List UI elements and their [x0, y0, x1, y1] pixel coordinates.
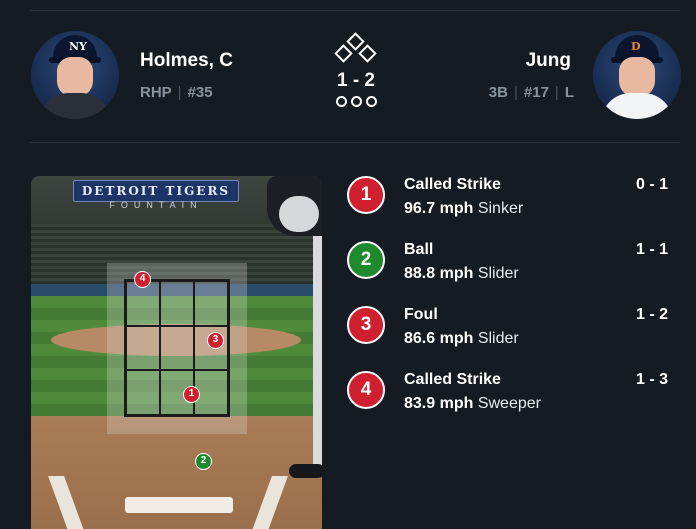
jersey-shape: [39, 93, 111, 119]
outs-indicator: [330, 96, 382, 107]
pitch-speed: 96.7 mph: [404, 200, 474, 217]
stadium-sign-sub: FOUNTAIN: [109, 200, 203, 210]
meta-separator: |: [177, 84, 182, 101]
pitch-number-badge: 1: [347, 176, 385, 214]
face-shape: [619, 57, 655, 97]
pitch-detail: 96.7 mph Sinker: [404, 200, 523, 218]
bases-diamond-icon: [330, 32, 382, 66]
zone-cell: [160, 325, 194, 371]
pitch-row[interactable]: 2 Ball 88.8 mph Slider 1 - 1: [346, 237, 670, 302]
batter-arm: [279, 196, 319, 232]
pitch-detail: 83.9 mph Sweeper: [404, 395, 541, 413]
pitch-count: 1 - 2: [635, 306, 668, 323]
tigers-logo-icon: D: [631, 40, 641, 53]
stadium-sign: DETROIT TIGERS: [73, 180, 239, 202]
face-shape: [57, 57, 93, 97]
first-base-icon: [358, 44, 377, 63]
pitch-row[interactable]: 3 Foul 86.6 mph Slider 1 - 2: [346, 302, 670, 367]
ball-strike-count: 1 - 2: [336, 70, 376, 91]
pitch-number-badge: 3: [347, 306, 385, 344]
pitch-result: Called Strike: [404, 371, 501, 388]
pitch-type: Sinker: [477, 200, 524, 217]
pitcher-throws: RHP: [140, 84, 172, 101]
pitch-speed: 88.8 mph: [404, 265, 474, 282]
pitcher-headshot[interactable]: NY: [31, 31, 119, 119]
section-divider: [30, 142, 680, 143]
pitch-type: Slider: [477, 265, 519, 282]
pitch-count: 0 - 1: [635, 176, 668, 193]
out-circle-icon: [335, 96, 347, 107]
batter-bats: L: [564, 84, 574, 101]
zone-cell: [126, 370, 160, 415]
pitch-row[interactable]: 1 Called Strike 96.7 mph Sinker 0 - 1: [346, 172, 670, 237]
meta-separator: |: [554, 84, 559, 101]
batter-name[interactable]: Jung: [526, 50, 571, 72]
pitch-detail: 88.8 mph Slider: [404, 265, 519, 283]
pitch-marker-1[interactable]: 1: [183, 386, 200, 403]
pitch-result: Foul: [404, 306, 438, 323]
pitch-number-badge: 2: [347, 241, 385, 279]
pitch-sequence-list: 1 Called Strike 96.7 mph Sinker 0 - 1 2 …: [346, 172, 670, 432]
pitch-marker-3[interactable]: 3: [207, 332, 224, 349]
batter-number: #17: [523, 84, 549, 101]
pitch-count: 1 - 3: [635, 371, 668, 388]
batter-leg: [313, 236, 322, 476]
pitcher-avatar: NY: [31, 31, 119, 119]
pitch-count: 1 - 1: [635, 241, 668, 258]
third-base-icon: [334, 44, 353, 63]
zone-cell: [160, 281, 194, 326]
pitch-type: Sweeper: [477, 395, 541, 412]
meta-separator: |: [513, 84, 518, 101]
pitch-number-badge: 4: [347, 371, 385, 409]
pitcher-number: #35: [187, 84, 213, 101]
pitch-detail: 86.6 mph Slider: [404, 330, 519, 348]
yankees-logo-icon: NY: [69, 40, 87, 53]
home-plate: [125, 497, 233, 513]
pitch-marker-4[interactable]: 4: [134, 271, 151, 288]
batter-meta: 3B | #17 | L: [489, 84, 574, 101]
batter-position: 3B: [488, 84, 508, 101]
zone-cell: [126, 325, 160, 371]
pitch-result: Ball: [404, 241, 434, 258]
batter-avatar: D: [593, 31, 681, 119]
pitch-type: Slider: [477, 330, 519, 347]
pitch-marker-2[interactable]: 2: [195, 453, 212, 470]
zone-cell: [194, 281, 228, 326]
pitch-speed: 86.6 mph: [404, 330, 474, 347]
pitch-location-view: DETROIT TIGERS FOUNTAIN 1 2 3 4: [31, 176, 322, 529]
pitcher-meta: RHP | #35: [140, 84, 213, 101]
game-situation: 1 - 2: [330, 32, 382, 107]
pitcher-name[interactable]: Holmes, C: [140, 50, 233, 72]
batter-cleat: [289, 464, 322, 478]
pitch-speed: 83.9 mph: [404, 395, 474, 412]
pitch-result: Called Strike: [404, 176, 501, 193]
top-divider: [30, 10, 680, 11]
pitch-row[interactable]: 4 Called Strike 83.9 mph Sweeper 1 - 3: [346, 367, 670, 432]
out-circle-icon: [365, 96, 377, 107]
jersey-shape: [601, 93, 673, 119]
out-circle-icon: [350, 96, 362, 107]
batter-headshot[interactable]: D: [593, 31, 681, 119]
